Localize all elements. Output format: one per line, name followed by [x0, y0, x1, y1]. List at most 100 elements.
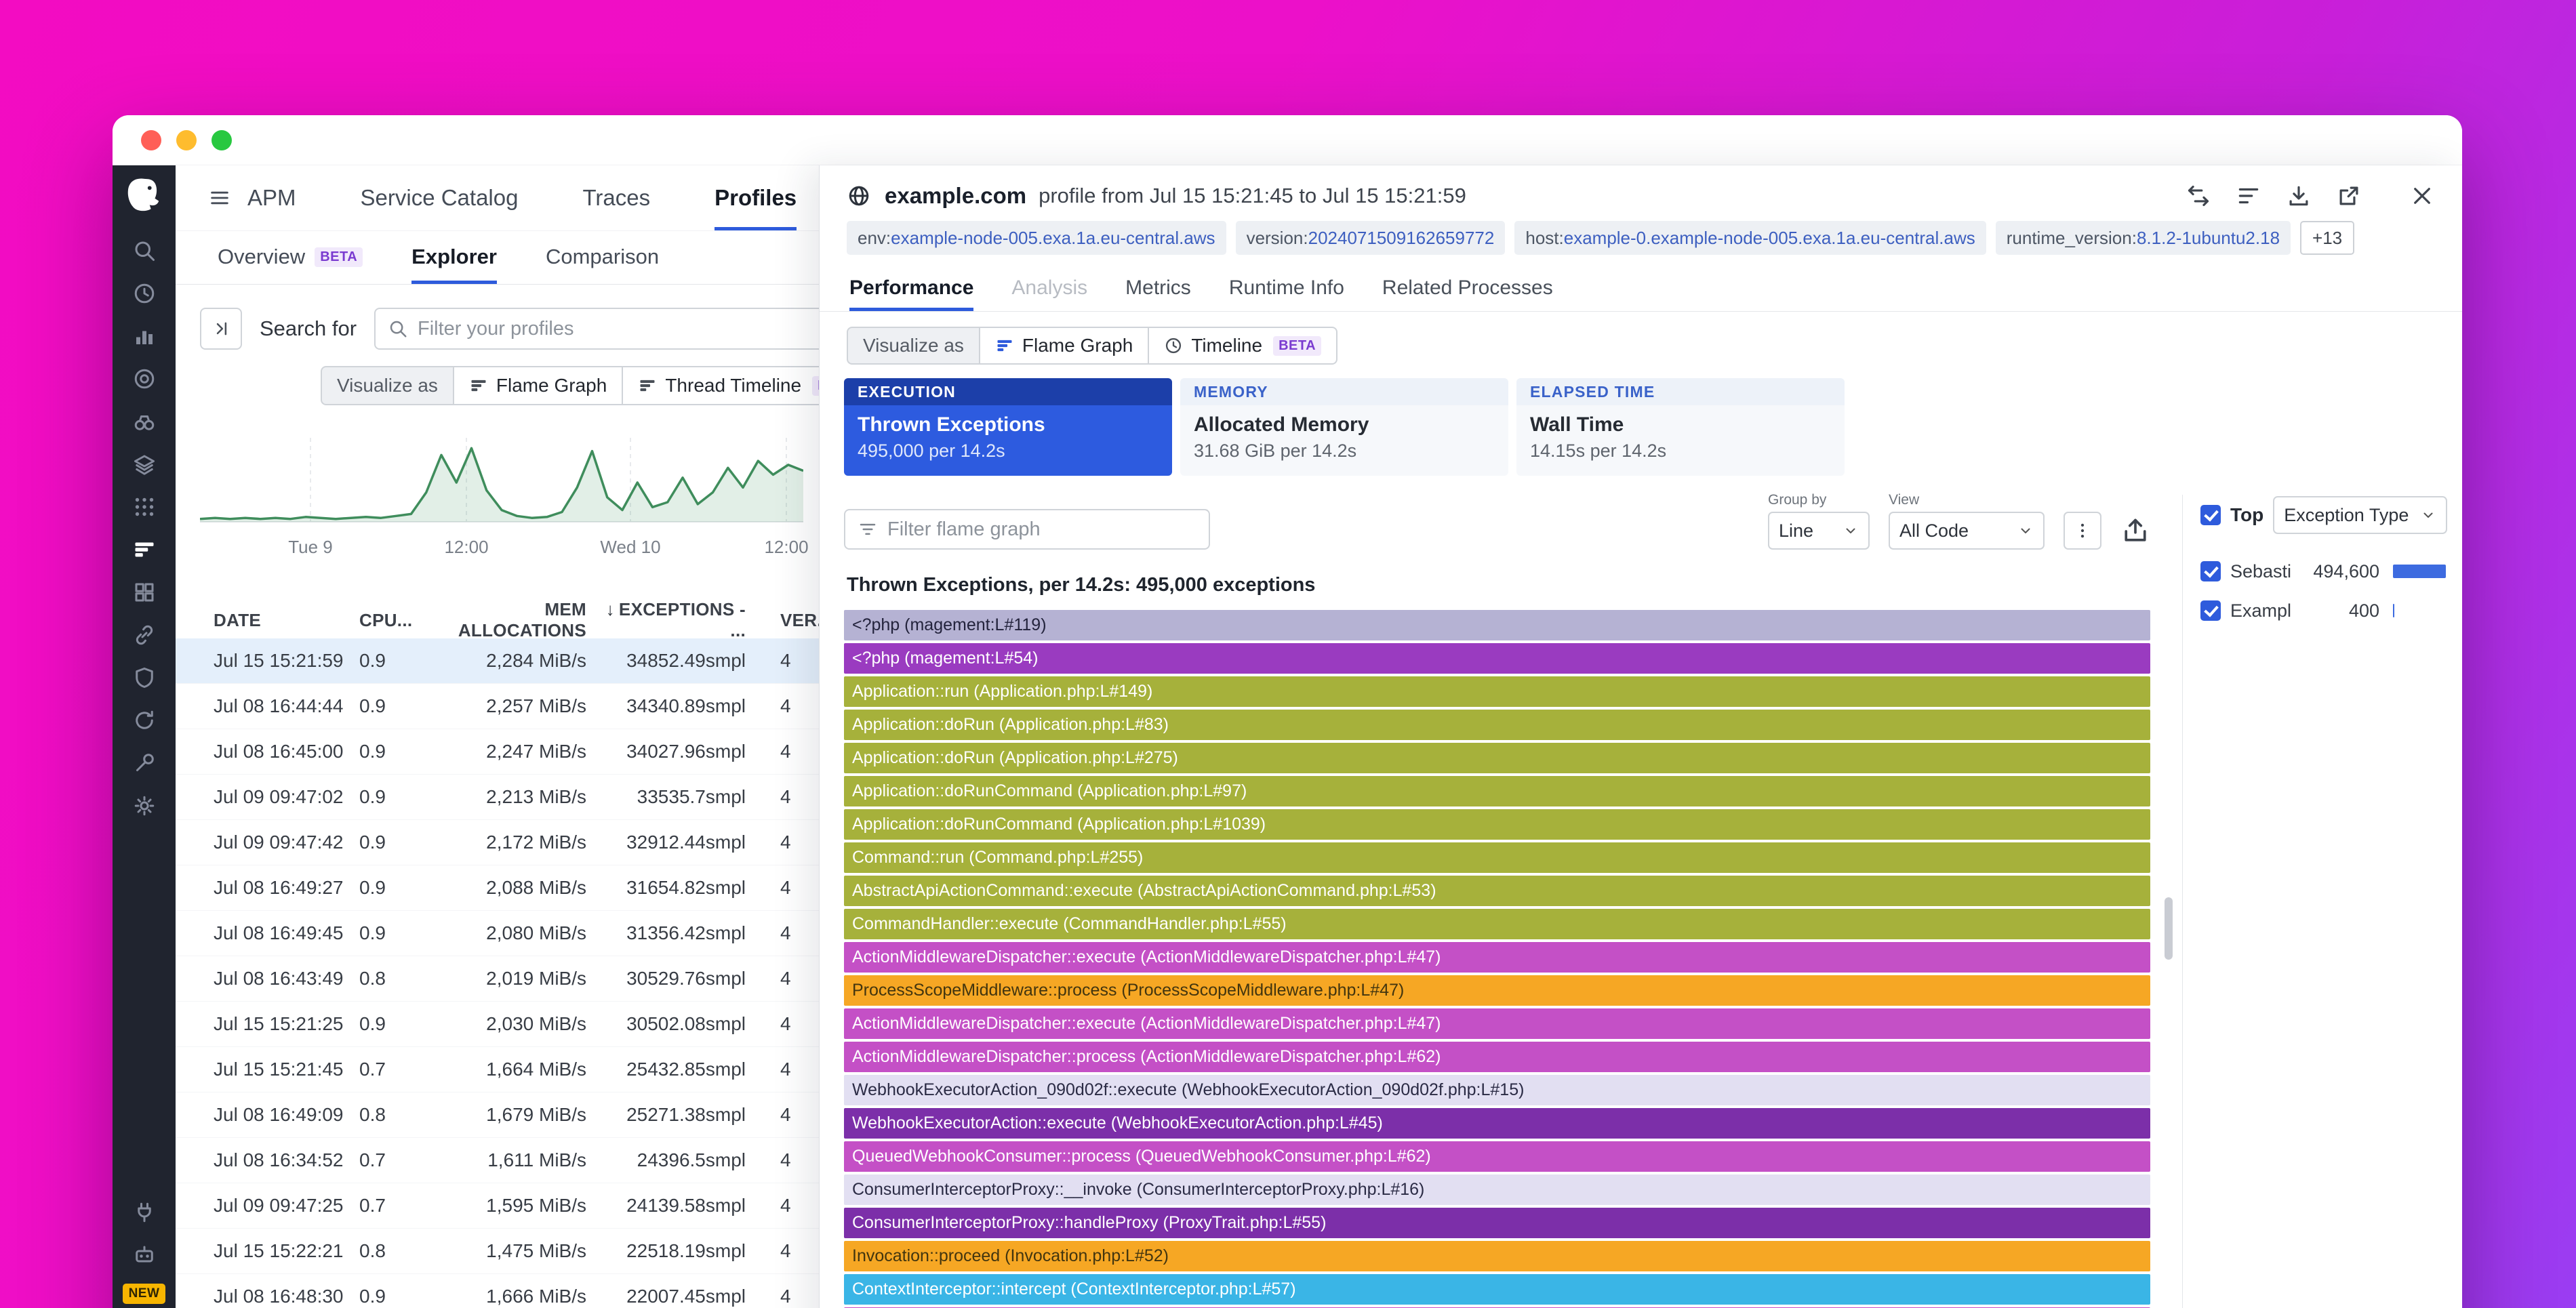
flame-frame[interactable]: ConsumerInterceptorProxy::__invoke (Cons… [844, 1174, 2150, 1205]
wrench-icon[interactable] [113, 741, 176, 784]
tag-env[interactable]: env:example-node-005.exa.1a.eu-central.a… [847, 221, 1226, 255]
grid-dots-icon[interactable] [113, 485, 176, 528]
flame-frame[interactable]: WebhookExecutorAction_090d02f::execute (… [844, 1075, 2150, 1105]
visualize-option-timeline[interactable]: TimelineBETA [1149, 327, 1337, 365]
nav-item-service-catalog[interactable]: Service Catalog [361, 165, 519, 230]
profile-row[interactable]: Jul 08 16:48:300.91,666 MiB/s22007.45smp… [176, 1274, 860, 1308]
flame-scrollbar[interactable] [2165, 897, 2173, 960]
metric-card-thrown-exceptions[interactable]: EXECUTIONThrown Exceptions495,000 per 14… [844, 378, 1172, 476]
plug-icon[interactable] [113, 1200, 176, 1225]
nav-item-profiles[interactable]: Profiles [715, 165, 797, 230]
cubes-icon[interactable] [113, 571, 176, 613]
datadog-logo-icon[interactable] [125, 176, 164, 213]
tab-analysis[interactable]: Analysis [1011, 268, 1087, 311]
column-header-exceptions[interactable]: ↓EXCEPTIONS - ... [586, 599, 746, 641]
top-checkbox[interactable] [2200, 505, 2221, 525]
profile-row[interactable]: Jul 15 15:22:210.81,475 MiB/s22518.19smp… [176, 1229, 860, 1274]
visualize-option-flame-graph[interactable]: Flame Graph [980, 327, 1149, 365]
gear-icon[interactable] [113, 784, 176, 827]
collapse-panel-button[interactable] [200, 308, 242, 350]
subnav-item-overview[interactable]: OverviewBETA [218, 231, 363, 284]
external-icon[interactable] [2336, 183, 2362, 209]
profile-row[interactable]: Jul 15 15:21:590.92,284 MiB/s34852.49smp… [176, 638, 860, 684]
visualize-option-flame-graph[interactable]: Flame Graph [454, 366, 623, 405]
profile-row[interactable]: Jul 09 09:47:020.92,213 MiB/s33535.7smpl… [176, 775, 860, 820]
profile-row[interactable]: Jul 08 16:49:090.81,679 MiB/s25271.38smp… [176, 1092, 860, 1138]
subnav-item-comparison[interactable]: Comparison [546, 231, 659, 284]
target-icon[interactable] [113, 357, 176, 400]
flame-frame[interactable]: WebhookExecutorAction::execute (WebhookE… [844, 1108, 2150, 1139]
flame-frame[interactable]: Application::doRun (Application.php:L#27… [844, 743, 2150, 773]
link-icon[interactable] [113, 613, 176, 656]
profiles-timeseries-chart[interactable]: Tue 912:00Wed 1012:00 [200, 432, 803, 564]
flame-frame[interactable]: Command::run (Command.php:L#255) [844, 842, 2150, 873]
legend-item-checkbox[interactable] [2200, 561, 2221, 581]
flame-frame[interactable]: ConsumerInterceptorProxy::handleProxy (P… [844, 1208, 2150, 1238]
nav-item-traces[interactable]: Traces [582, 165, 650, 230]
traffic-light-zoom[interactable] [212, 130, 232, 150]
profile-row[interactable]: Jul 08 16:49:270.92,088 MiB/s31654.82smp… [176, 865, 860, 911]
nav-item-apm[interactable]: APM [208, 165, 296, 230]
group-by-select[interactable]: Line [1768, 512, 1870, 550]
profile-row[interactable]: Jul 09 09:47:420.92,172 MiB/s32912.44smp… [176, 820, 860, 865]
flame-frame[interactable]: ActionMiddlewareDispatcher::execute (Act… [844, 942, 2150, 973]
flame-frame[interactable]: CommandHandler::execute (CommandHandler.… [844, 909, 2150, 939]
legend-item-checkbox[interactable] [2200, 600, 2221, 621]
search-icon[interactable] [113, 229, 176, 272]
flame-bars-icon[interactable] [113, 528, 176, 571]
profile-row[interactable]: Jul 08 16:45:000.92,247 MiB/s34027.96smp… [176, 729, 860, 775]
traffic-light-minimize[interactable] [176, 130, 197, 150]
flame-frame[interactable]: Application::doRunCommand (Application.p… [844, 776, 2150, 806]
flame-frame[interactable]: ContextInterceptor::intercept (ContextIn… [844, 1274, 2150, 1305]
more-options-button[interactable] [2064, 512, 2101, 550]
flame-frame[interactable]: <?php (magement:L#54) [844, 643, 2150, 674]
flame-frame[interactable]: ActionMiddlewareDispatcher::process (Act… [844, 1042, 2150, 1072]
column-header-cpu[interactable]: CPU... [359, 610, 437, 631]
tab-runtime-info[interactable]: Runtime Info [1229, 268, 1344, 311]
profile-row[interactable]: Jul 08 16:49:450.92,080 MiB/s31356.42smp… [176, 911, 860, 956]
metric-card-allocated-memory[interactable]: MEMORYAllocated Memory31.68 GiB per 14.2… [1180, 378, 1508, 476]
profile-row[interactable]: Jul 08 16:43:490.82,019 MiB/s30529.76smp… [176, 956, 860, 1002]
profile-row[interactable]: Jul 15 15:21:250.92,030 MiB/s30502.08smp… [176, 1002, 860, 1047]
history-icon[interactable] [113, 272, 176, 314]
binoculars-icon[interactable] [113, 400, 176, 443]
profile-row[interactable]: Jul 15 15:21:450.71,664 MiB/s25432.85smp… [176, 1047, 860, 1092]
flame-frame[interactable]: Application::doRunCommand (Application.p… [844, 809, 2150, 840]
export-icon[interactable] [2120, 516, 2150, 546]
tab-related-processes[interactable]: Related Processes [1382, 268, 1553, 311]
download-icon[interactable] [2286, 183, 2312, 209]
compare-icon[interactable] [2186, 183, 2211, 209]
flame-frame[interactable]: ProcessScopeMiddleware::process (Process… [844, 975, 2150, 1006]
flame-filter-input[interactable] [887, 518, 1196, 541]
profile-row[interactable]: Jul 09 09:47:250.71,595 MiB/s24139.58smp… [176, 1183, 860, 1229]
metric-card-wall-time[interactable]: ELAPSED TIMEWall Time14.15s per 14.2s [1516, 378, 1845, 476]
legend-type-select[interactable]: Exception Type [2273, 496, 2447, 534]
flame-frame[interactable]: <?php (magement:L#119) [844, 610, 2150, 640]
traffic-light-close[interactable] [141, 130, 161, 150]
close-icon[interactable] [2409, 183, 2435, 209]
flame-frame[interactable]: QueuedWebhookConsumer::process (QueuedWe… [844, 1141, 2150, 1172]
layers-icon[interactable] [113, 443, 176, 485]
tag-host[interactable]: host:example-0.example-node-005.exa.1a.e… [1514, 221, 1986, 255]
tag-runtime-version[interactable]: runtime_version:8.1.2-1ubuntu2.18 [1996, 221, 2291, 255]
more-tags-badge[interactable]: +13 [2300, 221, 2354, 255]
tab-performance[interactable]: Performance [849, 268, 973, 311]
flame-frame[interactable]: Application::doRun (Application.php:L#83… [844, 710, 2150, 740]
sync-icon[interactable] [113, 699, 176, 741]
subnav-item-explorer[interactable]: Explorer [411, 231, 497, 284]
shield-icon[interactable] [113, 656, 176, 699]
bar-chart-icon[interactable] [113, 314, 176, 357]
robot-icon[interactable] [113, 1243, 176, 1267]
column-header-date[interactable]: DATE [214, 610, 359, 631]
tab-metrics[interactable]: Metrics [1125, 268, 1191, 311]
profile-row[interactable]: Jul 08 16:44:440.92,257 MiB/s34340.89smp… [176, 684, 860, 729]
flame-frame[interactable]: ActionMiddlewareDispatcher::execute (Act… [844, 1008, 2150, 1039]
flame-frame[interactable]: Application::run (Application.php:L#149) [844, 676, 2150, 707]
column-header-mem-allocations[interactable]: MEM ALLOCATIONS [437, 599, 586, 641]
flame-frame[interactable]: AbstractApiActionCommand::execute (Abstr… [844, 876, 2150, 906]
profile-row[interactable]: Jul 08 16:34:520.71,611 MiB/s24396.5smpl… [176, 1138, 860, 1183]
flame-frame[interactable]: Invocation::proceed (Invocation.php:L#52… [844, 1241, 2150, 1271]
list-icon[interactable] [2236, 183, 2261, 209]
tag-version[interactable]: version:2024071509162659772 [1236, 221, 1506, 255]
view-select[interactable]: All Code [1889, 512, 2045, 550]
